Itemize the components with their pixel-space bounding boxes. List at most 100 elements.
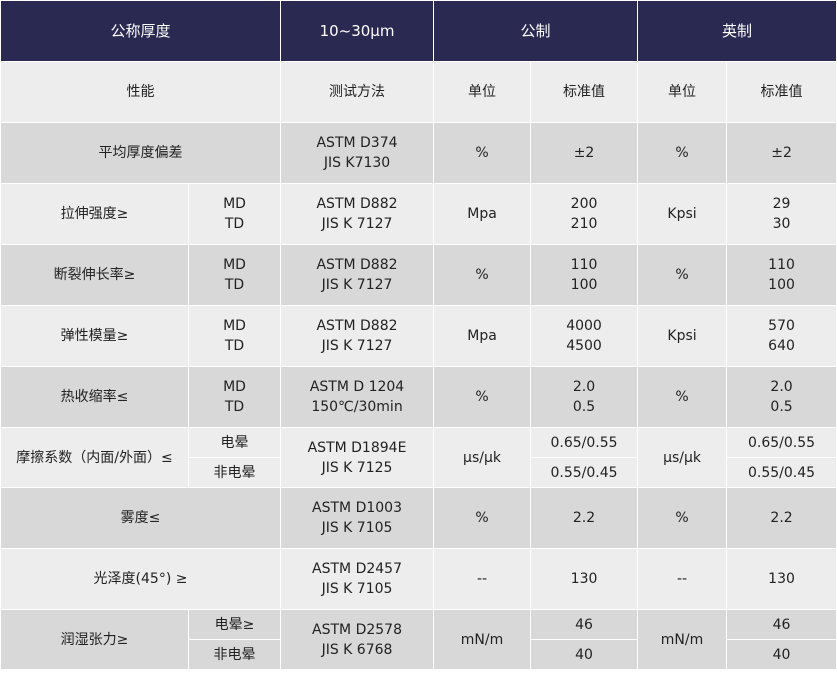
value-metric: 130 — [530, 548, 639, 610]
value-td: 30 — [772, 216, 791, 232]
method-line: ASTM D882 — [316, 196, 398, 212]
spec-table: 公称厚度 10~30μm 公制 英制 性能 测试方法 单位 标准值 单位 标准值… — [0, 0, 837, 670]
value-imperial: 2.2 — [726, 487, 837, 549]
table-row: 断裂伸长率≥ MD TD ASTM D882 JIS K 7127 % 110 100… — [0, 244, 837, 306]
unit-metric: Mpa — [433, 183, 532, 245]
value-metric-corona: 0.65/0.55 — [530, 427, 639, 458]
value-td: 100 — [570, 277, 598, 293]
value-md: 4000 — [566, 318, 602, 334]
value-td: 640 — [768, 338, 795, 354]
table-row: 润湿张力≥ 电晕≥ ASTM D2578 JIS K 6768 mN/m 46 m… — [0, 609, 837, 670]
table-row: 拉伸强度≥ MD TD ASTM D882 JIS K 7127 Mpa 200 21… — [0, 183, 837, 245]
value-td: 0.5 — [572, 399, 596, 415]
value-metric: 110 100 — [530, 244, 639, 306]
unit-metric: μs/μk — [433, 427, 532, 488]
unit-imperial: -- — [637, 548, 728, 610]
value-imperial: 110 100 — [726, 244, 837, 306]
test-method: ASTM D1003 JIS K 7105 — [280, 487, 435, 549]
unit-metric: % — [433, 487, 532, 549]
method-line: JIS K 7127 — [321, 338, 393, 354]
value-md: 570 — [768, 318, 795, 334]
value-md: 110 — [570, 257, 598, 273]
method-line: JIS K 7105 — [321, 581, 393, 597]
value-imperial: 2.0 0.5 — [726, 366, 837, 428]
value-td: 4500 — [566, 338, 602, 354]
value-metric: ±2 — [530, 122, 639, 184]
table-row: 光泽度(45°) ≥ ASTM D2457 JIS K 7105 -- 130 -… — [0, 548, 837, 610]
header-imperial: 英制 — [637, 0, 837, 62]
value-md: 2.0 — [770, 379, 793, 395]
value-metric: 2.0 0.5 — [530, 366, 639, 428]
method-line: 150℃/30min — [311, 399, 403, 415]
unit-metric: % — [433, 366, 532, 428]
value-td: 210 — [570, 216, 598, 232]
value-md: 110 — [768, 257, 795, 273]
direction-md: MD — [223, 196, 246, 212]
method-line: JIS K 6768 — [321, 641, 393, 658]
sub-condition-corona: 电晕≥ — [187, 609, 282, 640]
value-metric: 4000 4500 — [530, 305, 639, 367]
table-row: 平均厚度偏差 ASTM D374 JIS K7130 % ±2 % ±2 — [0, 122, 837, 184]
method-line: ASTM D882 — [316, 257, 398, 273]
value-imperial-corona: 0.65/0.55 — [726, 427, 837, 458]
unit-metric: -- — [433, 548, 532, 610]
value-imperial: 29 30 — [726, 183, 837, 245]
sub-condition-non-corona: 非电晕 — [187, 457, 282, 488]
direction: MD TD — [187, 244, 282, 306]
value-td: 100 — [768, 277, 795, 293]
method-line: ASTM D2578 — [312, 621, 402, 638]
value-metric-non-corona: 0.55/0.45 — [530, 457, 639, 488]
subheader-unit-imperial: 单位 — [637, 61, 728, 123]
test-method: ASTM D1894E JIS K 7125 — [280, 427, 435, 488]
value-imperial-non-corona: 0.55/0.45 — [726, 457, 837, 488]
value-imperial: 130 — [726, 548, 837, 610]
unit-imperial: % — [637, 487, 728, 549]
direction: MD TD — [187, 366, 282, 428]
header-metric: 公制 — [433, 0, 639, 62]
subheader-unit-metric: 单位 — [433, 61, 532, 123]
method-line: ASTM D 1204 — [309, 379, 405, 395]
value-metric: 200 210 — [530, 183, 639, 245]
method-line: JIS K 7125 — [321, 459, 393, 476]
direction: MD TD — [187, 305, 282, 367]
subheader-row: 性能 测试方法 单位 标准值 单位 标准值 — [0, 61, 837, 123]
direction-td: TD — [224, 277, 245, 293]
header-row: 公称厚度 10~30μm 公制 英制 — [0, 0, 837, 62]
property-name: 雾度≤ — [0, 487, 282, 549]
value-metric-non-corona: 40 — [530, 639, 639, 670]
direction-md: MD — [223, 318, 246, 334]
table-row: 热收缩率≤ MD TD ASTM D 1204 150℃/30min % 2.0 0.… — [0, 366, 837, 428]
method-line: JIS K7130 — [323, 155, 391, 171]
property-name: 润湿张力≥ — [0, 609, 189, 670]
property-name: 拉伸强度≥ — [0, 183, 189, 245]
method-line: JIS K 7127 — [321, 277, 393, 293]
value-metric: 2.2 — [530, 487, 639, 549]
property-name: 平均厚度偏差 — [0, 122, 282, 184]
value-md: 29 — [772, 196, 791, 212]
test-method: ASTM D 1204 150℃/30min — [280, 366, 435, 428]
subheader-property: 性能 — [0, 61, 282, 123]
header-thickness-range: 10~30μm — [280, 0, 435, 62]
table-row: 摩擦系数（内面/外面）≤ 电晕 ASTM D1894E JIS K 7125 μs… — [0, 427, 837, 488]
unit-imperial: Kpsi — [637, 305, 728, 367]
property-name: 热收缩率≤ — [0, 366, 189, 428]
subheader-test-method: 测试方法 — [280, 61, 435, 123]
test-method: ASTM D882 JIS K 7127 — [280, 183, 435, 245]
test-method: ASTM D2457 JIS K 7105 — [280, 548, 435, 610]
value-td: 0.5 — [770, 399, 793, 415]
value-imperial-corona: 46 — [726, 609, 837, 640]
test-method: ASTM D374 JIS K7130 — [280, 122, 435, 184]
table-row: 雾度≤ ASTM D1003 JIS K 7105 % 2.2 % 2.2 — [0, 487, 837, 549]
value-md: 200 — [570, 196, 598, 212]
property-name: 摩擦系数（内面/外面）≤ — [0, 427, 189, 488]
value-imperial-non-corona: 40 — [726, 639, 837, 670]
direction: MD TD — [187, 183, 282, 245]
method-line: ASTM D374 — [316, 135, 398, 151]
value-metric-corona: 46 — [530, 609, 639, 640]
direction-md: MD — [223, 257, 246, 273]
sub-condition-corona: 电晕 — [187, 427, 282, 458]
method-line: ASTM D1894E — [307, 439, 407, 456]
method-line: ASTM D882 — [316, 318, 398, 334]
test-method: ASTM D882 JIS K 7127 — [280, 305, 435, 367]
method-line: ASTM D1003 — [312, 500, 402, 516]
